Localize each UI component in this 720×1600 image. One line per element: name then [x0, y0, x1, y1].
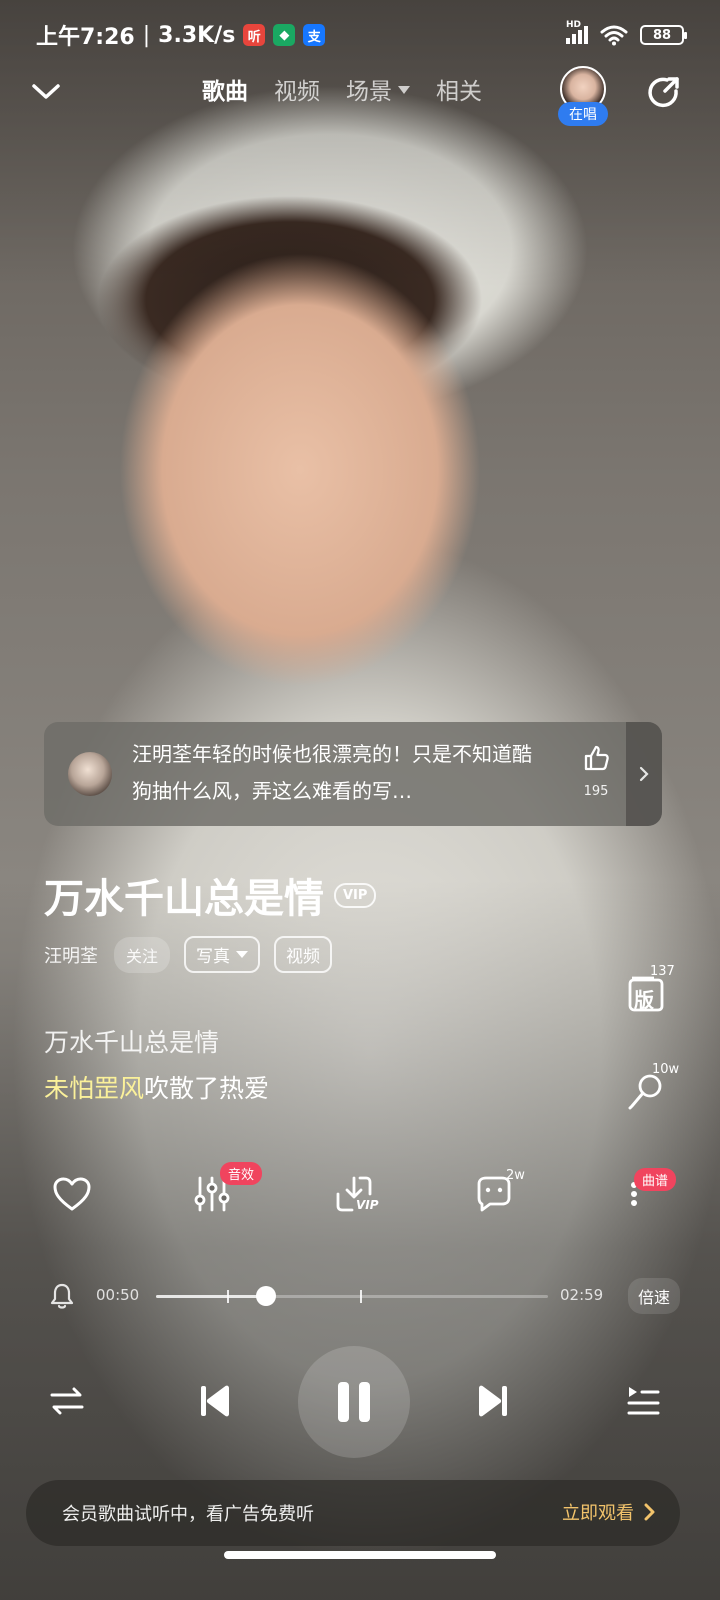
- version-button[interactable]: 版 137: [622, 964, 682, 1024]
- download-button[interactable]: VIP: [330, 1170, 379, 1218]
- song-title: 万水千山总是情: [44, 876, 324, 922]
- bell-icon: [50, 1283, 74, 1309]
- speed-button[interactable]: 倍速: [627, 1278, 680, 1314]
- version-label: 版: [634, 988, 654, 1012]
- chevron-down-icon: [32, 84, 60, 99]
- tab-related[interactable]: 相关: [436, 72, 482, 106]
- signal-icon: HD: [566, 20, 588, 44]
- tab-songs[interactable]: 歌曲: [202, 72, 248, 106]
- vip-tag: VIP: [334, 882, 377, 908]
- current-time: 00:50: [96, 1286, 140, 1304]
- sing-along-count: 10w: [652, 1062, 680, 1077]
- follow-button[interactable]: 关注: [114, 936, 171, 973]
- share-button[interactable]: [644, 72, 684, 112]
- comment-more-button[interactable]: [626, 722, 662, 826]
- share-icon: [648, 77, 679, 108]
- hot-comment-card[interactable]: 汪明荃年轻的时候也很漂亮的！只是不知道酷狗抽什么风，弄这么难看的写… 195: [44, 722, 662, 826]
- lyrics-panel[interactable]: 万水千山总是情 未怕罡风吹散了热爱: [44, 1020, 269, 1112]
- tab-videos[interactable]: 视频: [274, 72, 320, 106]
- vip-trial-banner[interactable]: 会员歌曲试听中，看广告免费听 立即观看: [26, 1480, 680, 1546]
- lyric-line-previous: 万水千山总是情: [44, 1028, 220, 1057]
- alarm-button[interactable]: [44, 1278, 80, 1314]
- playlist-icon: [627, 1387, 660, 1415]
- hd-label: HD: [566, 20, 582, 30]
- chevron-right-icon: [639, 766, 649, 782]
- repeat-icon: [50, 1387, 84, 1415]
- download-vip-label: VIP: [356, 1198, 379, 1212]
- sing-along-button[interactable]: 10w: [622, 1062, 682, 1122]
- video-button[interactable]: 视频: [274, 936, 333, 973]
- commenter-avatar: [68, 752, 112, 796]
- progress-row: 00:50 02:59 倍速: [0, 1278, 720, 1314]
- chevron-right-icon: [644, 1503, 655, 1521]
- photo-button-label: 写真: [196, 947, 231, 967]
- status-left: 上午7:26 | 3.3K/s 听 ◆ 支: [36, 19, 326, 51]
- lyric-sung-part: 未怕罡风: [44, 1074, 145, 1103]
- battery-icon: 88: [640, 25, 687, 45]
- wifi-icon: [600, 25, 628, 46]
- home-indicator[interactable]: [224, 1551, 496, 1559]
- video-button-label: 视频: [286, 947, 321, 967]
- skip-next-icon: [479, 1385, 507, 1417]
- comment-text: 汪明荃年轻的时候也很漂亮的！只是不知道酷狗抽什么风，弄这么难看的写…: [132, 742, 532, 803]
- artist-name[interactable]: 汪明荃: [44, 942, 98, 968]
- alipay-app-icon: 支: [303, 24, 326, 46]
- comment-count: 2w: [506, 1168, 525, 1183]
- song-title-row: 万水千山总是情 VIP: [44, 866, 377, 924]
- total-time: 02:59: [560, 1286, 604, 1304]
- progress-thumb[interactable]: [255, 1286, 276, 1306]
- next-button[interactable]: [468, 1376, 518, 1426]
- watch-now-button[interactable]: 立即观看: [562, 1499, 656, 1525]
- progress-fill: [156, 1295, 266, 1298]
- segment-start-marker: [226, 1290, 229, 1303]
- version-count: 137: [650, 964, 675, 979]
- favorite-button[interactable]: [48, 1170, 96, 1218]
- song-meta-row: 汪明荃 关注 写真 视频: [44, 936, 333, 973]
- photo-button[interactable]: 写真: [184, 936, 261, 973]
- playback-controls: [0, 1346, 720, 1458]
- ting-app-icon: 听: [243, 24, 266, 46]
- watch-now-label: 立即观看: [562, 1503, 634, 1524]
- score-badge: 曲谱: [634, 1168, 677, 1191]
- dropdown-caret-icon: [392, 76, 410, 102]
- play-mode-button[interactable]: [46, 1380, 88, 1422]
- singing-badge: 在唱: [558, 102, 608, 126]
- sound-effect-button[interactable]: 音效: [188, 1162, 263, 1218]
- previous-button[interactable]: [190, 1376, 240, 1426]
- status-time: 上午7:26: [36, 25, 135, 50]
- segment-end-marker: [359, 1290, 362, 1303]
- skip-previous-icon: [201, 1385, 229, 1417]
- more-button[interactable]: 曲谱: [610, 1168, 677, 1218]
- top-navigation: 歌曲 视频 场景 相关 在唱: [0, 64, 720, 126]
- action-row: 音效 VIP 2w 曲谱: [0, 1162, 720, 1230]
- lyric-line-current: 未怕罡风吹散了热爱: [44, 1066, 269, 1112]
- comment-like-button[interactable]: 195: [574, 744, 618, 799]
- tab-bar: 歌曲 视频 场景 相关: [202, 72, 482, 106]
- collapse-button[interactable]: [26, 72, 66, 112]
- tab-scenes[interactable]: 场景: [346, 72, 410, 106]
- status-divider: |: [142, 22, 151, 48]
- playlist-button[interactable]: [620, 1378, 666, 1424]
- thumbs-up-icon: [584, 745, 609, 771]
- network-speed: 3.3K/s: [158, 22, 236, 48]
- now-singing-button[interactable]: 在唱: [558, 66, 608, 130]
- status-right: HD 88: [566, 20, 687, 46]
- status-bar: 上午7:26 | 3.3K/s 听 ◆ 支 HD 88: [36, 18, 687, 52]
- comments-button[interactable]: 2w: [470, 1168, 525, 1218]
- lyric-unsung-part: 吹散了热爱: [144, 1074, 270, 1103]
- shield-app-icon: ◆: [273, 24, 296, 46]
- sound-effect-badge: 音效: [220, 1162, 263, 1185]
- heart-icon: [53, 1177, 91, 1211]
- photo-caret-icon: [236, 951, 249, 958]
- pause-icon: [338, 1382, 370, 1422]
- pause-button[interactable]: [298, 1346, 410, 1458]
- comment-like-count: 195: [583, 784, 609, 799]
- progress-track[interactable]: [156, 1286, 548, 1306]
- tab-scenes-label: 场景: [346, 79, 392, 105]
- banner-text: 会员歌曲试听中，看广告免费听: [62, 1504, 314, 1525]
